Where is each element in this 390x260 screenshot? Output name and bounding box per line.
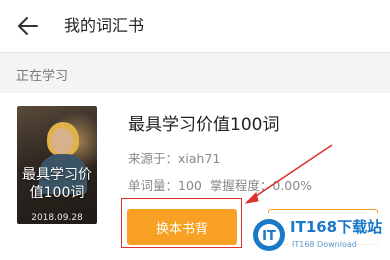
section-label-learning: 正在学习 (16, 69, 69, 84)
book-source: 来源于：xiah71 (128, 151, 221, 166)
watermark-sub-text: IT168 Download (292, 240, 357, 249)
watermark-main-text: IT168下载站 (290, 218, 383, 236)
book-cover[interactable]: 最具学习价值100词 2018.09.28 (17, 106, 97, 224)
book-stats: 单词量：100 掌握程度：0.00% (128, 177, 316, 195)
cover-person-head (51, 128, 73, 154)
svg-text:IT: IT (262, 229, 276, 244)
book-title: 最具学习价值100词 (128, 115, 280, 135)
arrow-left-icon (18, 17, 38, 35)
cover-title: 最具学习价值100词 (22, 167, 92, 201)
cover-date: 2018.09.28 (31, 213, 83, 223)
it168-logo-icon: IT (253, 219, 285, 251)
back-button[interactable] (14, 12, 42, 40)
change-book-button[interactable]: 换本书背 (127, 209, 237, 245)
top-app-bar: 我的词汇书 (0, 0, 390, 53)
site-watermark: IT IT168下载站 IT168 Download (248, 213, 386, 257)
mastery-level: 掌握程度：0.00% (209, 178, 313, 193)
page-title: 我的词汇书 (64, 16, 145, 35)
word-count: 单词量：100 (128, 178, 202, 193)
